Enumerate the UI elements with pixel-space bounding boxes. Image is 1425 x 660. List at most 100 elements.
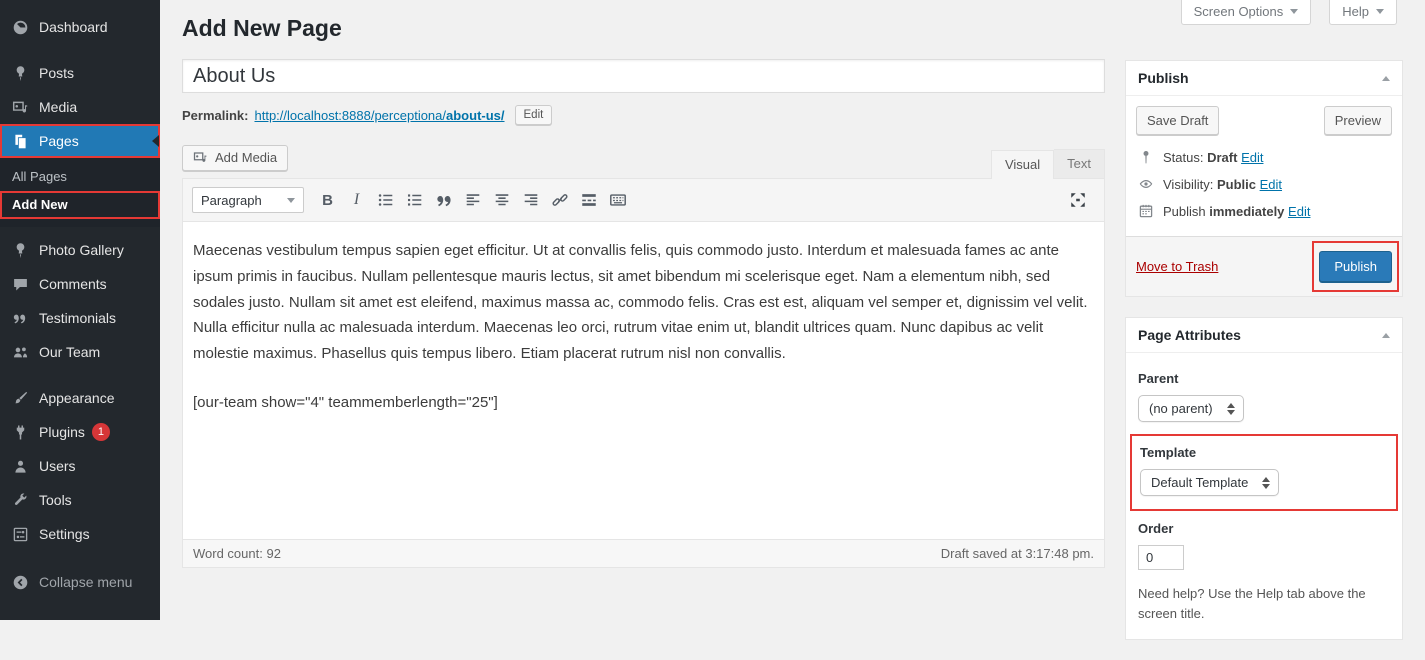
help-label: Help (1342, 4, 1369, 19)
numbered-list-button[interactable] (401, 188, 428, 212)
sidebar-item-users[interactable]: Users (0, 449, 160, 483)
order-input[interactable] (1138, 545, 1184, 570)
media-icon (193, 150, 208, 165)
submenu-item-add-new[interactable]: Add New (0, 191, 160, 219)
sidebar-item-appearance[interactable]: Appearance (0, 381, 160, 415)
calendar-icon (1138, 203, 1154, 219)
template-annotation-rect: Template Default Template (1130, 434, 1398, 511)
sidebar-item-label: Dashboard (39, 19, 108, 35)
collapse-panel-icon[interactable] (1382, 333, 1390, 338)
preview-button[interactable]: Preview (1324, 106, 1392, 135)
sidebar-item-posts[interactable]: Posts (0, 56, 160, 90)
save-draft-button[interactable]: Save Draft (1136, 106, 1219, 135)
submenu-item-label: Add New (12, 197, 68, 212)
sidebar-item-tools[interactable]: Tools (0, 483, 160, 517)
quote-icon (10, 308, 30, 328)
sidebar-item-label: Media (39, 99, 77, 115)
word-count: Word count: 92 (193, 546, 281, 561)
read-more-button[interactable] (575, 188, 602, 212)
sidebar-item-pages[interactable]: Pages (0, 124, 160, 158)
permalink-label: Permalink: (182, 108, 248, 123)
keyboard-icon (609, 191, 627, 209)
chevron-down-icon (287, 198, 295, 203)
bullet-list-button[interactable] (372, 188, 399, 212)
status-value: Draft (1207, 150, 1237, 165)
edit-status-link[interactable]: Edit (1241, 150, 1263, 165)
schedule-value: immediately (1209, 204, 1284, 219)
fullscreen-button[interactable] (1064, 188, 1091, 212)
user-icon (10, 456, 30, 476)
toolbar-toggle-button[interactable] (604, 188, 631, 212)
sidebar-item-comments[interactable]: Comments (0, 267, 160, 301)
permalink-link[interactable]: http://localhost:8888/perceptiona/about-… (254, 108, 504, 123)
template-select-value: Default Template (1151, 475, 1248, 490)
align-center-button[interactable] (488, 188, 515, 212)
screen-meta-links: Screen Options Help (1181, 0, 1397, 25)
sidebar-item-our-team[interactable]: Our Team (0, 335, 160, 369)
draft-saved-status: Draft saved at 3:17:48 pm. (941, 546, 1094, 561)
sidebar-item-photo-gallery[interactable]: Photo Gallery (0, 233, 160, 267)
numbered-list-icon (406, 191, 424, 209)
sidebar-item-label: Tools (39, 492, 72, 508)
schedule-row: Publish immediately Edit (1138, 203, 1390, 219)
comment-icon (10, 274, 30, 294)
editor-toolbar: Paragraph B I (183, 179, 1104, 222)
schedule-label: Publish (1163, 204, 1206, 219)
sidebar-item-dashboard[interactable]: Dashboard (0, 10, 160, 44)
edit-visibility-link[interactable]: Edit (1260, 177, 1282, 192)
parent-label: Parent (1138, 371, 1390, 386)
publish-box-title: Publish (1138, 70, 1189, 86)
pages-icon (10, 131, 30, 151)
sidebar-item-media[interactable]: Media (0, 90, 160, 124)
fullscreen-icon (1069, 191, 1087, 209)
align-left-button[interactable] (459, 188, 486, 212)
edit-schedule-link[interactable]: Edit (1288, 204, 1310, 219)
body-paragraph: Maecenas vestibulum tempus sapien eget e… (193, 238, 1094, 367)
bullet-list-icon (377, 191, 395, 209)
help-button[interactable]: Help (1329, 0, 1397, 25)
appearance-icon (10, 388, 30, 408)
sidebar-item-settings[interactable]: Settings (0, 517, 160, 551)
post-title-input[interactable] (182, 59, 1105, 93)
blockquote-icon (435, 191, 453, 209)
move-to-trash-link[interactable]: Move to Trash (1136, 259, 1218, 274)
bold-button[interactable]: B (314, 188, 341, 212)
tab-visual[interactable]: Visual (991, 150, 1054, 179)
align-left-icon (464, 191, 482, 209)
sidebar-item-testimonials[interactable]: Testimonials (0, 301, 160, 335)
editor-content-area[interactable]: Maecenas vestibulum tempus sapien eget e… (183, 222, 1104, 539)
italic-button[interactable]: I (343, 188, 370, 212)
page-attributes-body: Parent (no parent) Template Default Temp… (1126, 353, 1402, 639)
sidebar-item-label: Collapse menu (39, 574, 132, 590)
add-media-button[interactable]: Add Media (182, 145, 288, 171)
tab-text[interactable]: Text (1054, 149, 1105, 179)
chevron-down-icon (1290, 9, 1298, 14)
sidebar-item-label: Plugins (39, 424, 85, 440)
pages-submenu: All Pages Add New (0, 158, 160, 227)
insert-link-button[interactable] (546, 188, 573, 212)
publish-button[interactable]: Publish (1319, 251, 1392, 282)
sidebar-item-label: Settings (39, 526, 90, 542)
collapse-menu-button[interactable]: Collapse menu (0, 565, 160, 599)
submenu-item-label: All Pages (12, 169, 67, 184)
paragraph-format-select[interactable]: Paragraph (192, 187, 304, 213)
dashboard-icon (10, 17, 30, 37)
page-attributes-header: Page Attributes (1126, 318, 1402, 353)
edit-permalink-button[interactable]: Edit (515, 105, 553, 125)
pushpin-icon (10, 240, 30, 260)
sidebar-item-plugins[interactable]: Plugins 1 (0, 415, 160, 449)
screen-options-button[interactable]: Screen Options (1181, 0, 1312, 25)
collapse-panel-icon[interactable] (1382, 76, 1390, 81)
sidebar-item-label: Testimonials (39, 310, 116, 326)
paragraph-format-value: Paragraph (201, 193, 262, 208)
parent-select[interactable]: (no parent) (1138, 395, 1244, 422)
align-right-button[interactable] (517, 188, 544, 212)
publish-box-footer: Move to Trash Publish (1126, 236, 1402, 296)
add-media-label: Add Media (215, 150, 277, 165)
template-label: Template (1140, 445, 1388, 460)
editor-mode-tabs: Visual Text (991, 149, 1105, 178)
current-menu-arrow-icon (152, 135, 159, 147)
template-select[interactable]: Default Template (1140, 469, 1279, 496)
blockquote-button[interactable] (430, 188, 457, 212)
submenu-item-all-pages[interactable]: All Pages (0, 163, 160, 191)
